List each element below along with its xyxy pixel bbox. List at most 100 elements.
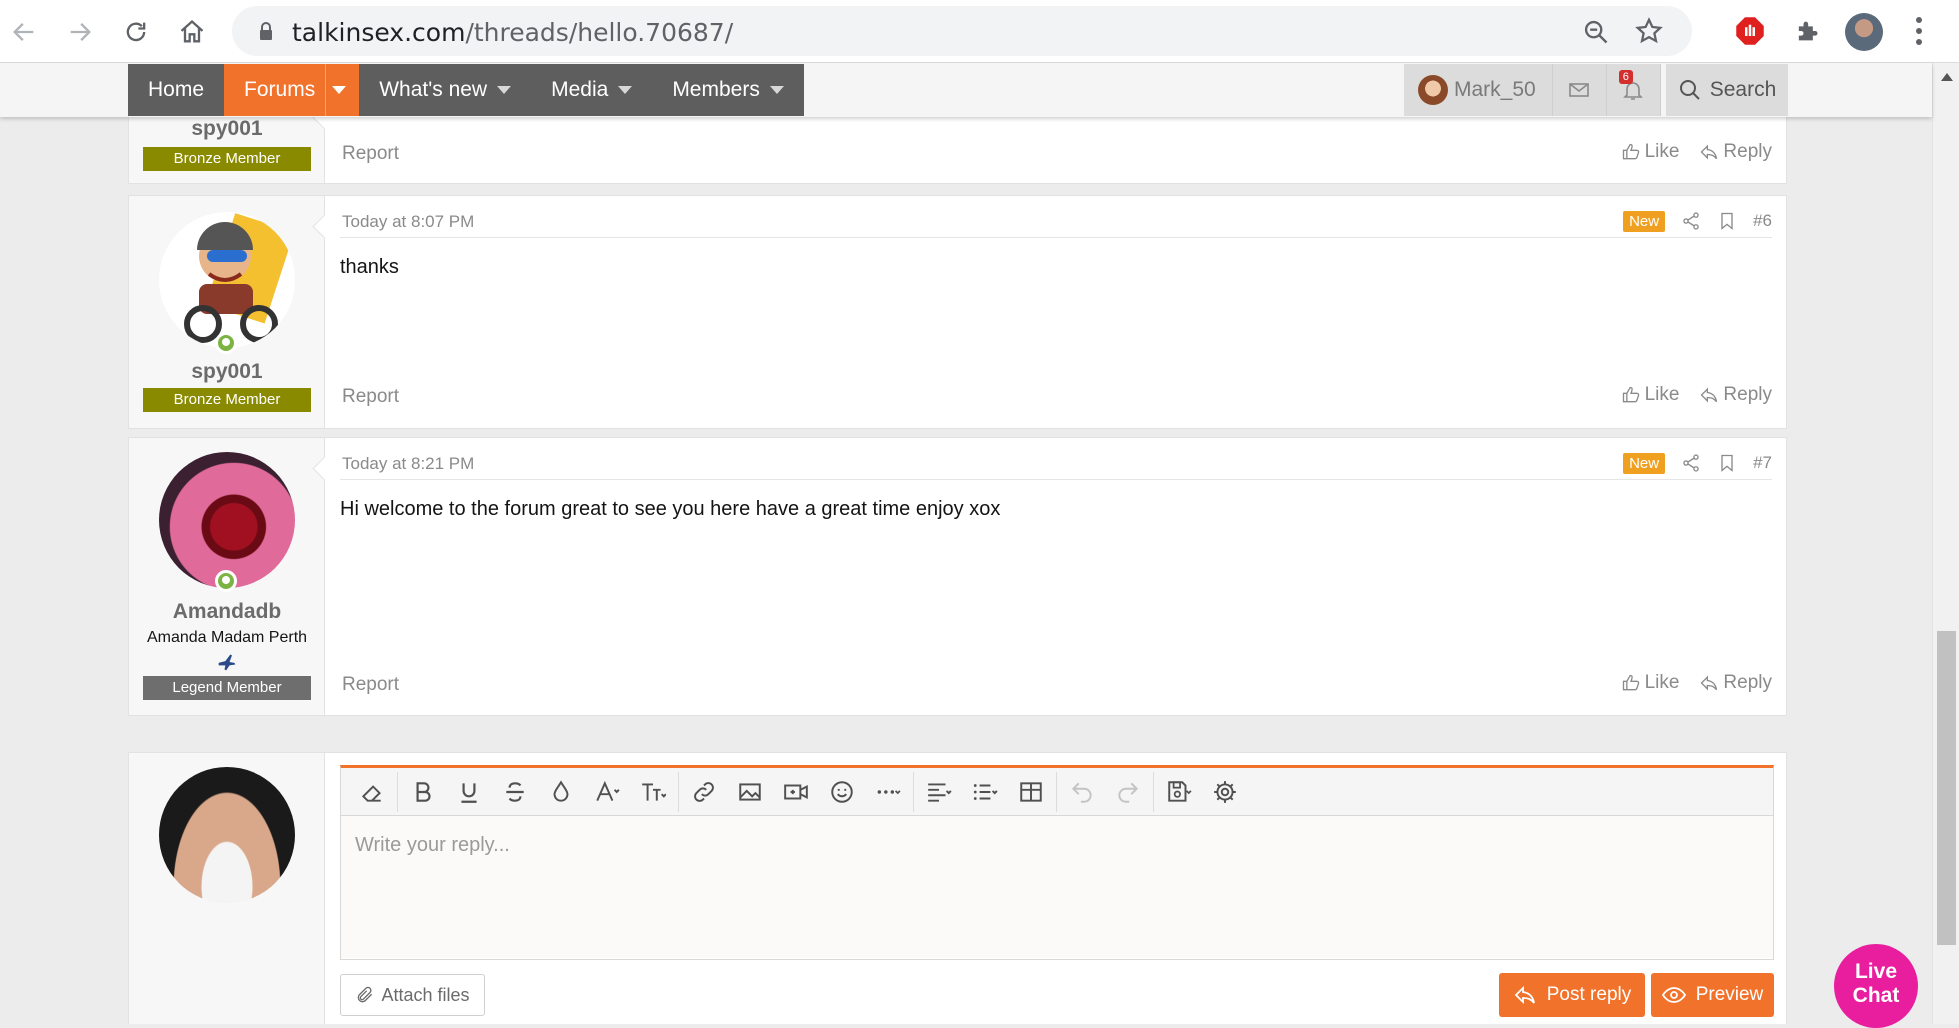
back-arrow-icon — [13, 23, 34, 41]
tab-media[interactable]: Media — [531, 64, 652, 116]
bookmark-star-icon[interactable] — [1634, 16, 1664, 46]
tab-forums[interactable]: Forums — [224, 64, 360, 116]
video-icon — [784, 784, 808, 799]
post-actions: Like Reply — [1621, 384, 1772, 406]
tab-forums-label: Forums — [244, 78, 316, 101]
account-menu[interactable]: Mark_50 — [1404, 64, 1553, 116]
post-number[interactable]: #6 — [1753, 211, 1772, 231]
gear-icon — [1214, 780, 1236, 803]
share-icon[interactable] — [1681, 211, 1701, 231]
strikethrough-icon — [506, 781, 524, 802]
list-button[interactable] — [962, 772, 1008, 812]
font-size-button[interactable] — [630, 772, 676, 812]
reply-button[interactable]: Reply — [1699, 141, 1772, 163]
reply-button[interactable]: Reply — [1699, 384, 1772, 406]
user-title: Amanda Madam Perth — [146, 629, 308, 646]
forward-button[interactable] — [60, 12, 100, 52]
bulleted-list-icon — [973, 783, 998, 800]
scrollbar-thumb[interactable] — [1937, 631, 1956, 945]
insert-link-button[interactable] — [681, 772, 727, 812]
post-date[interactable]: Today at 8:21 PM — [342, 454, 474, 474]
home-icon — [180, 19, 204, 43]
align-left-icon — [928, 782, 952, 802]
post-username[interactable]: Amandadb — [129, 600, 325, 624]
post-number[interactable]: #7 — [1753, 453, 1772, 473]
browser-menu-icon[interactable] — [1908, 14, 1930, 48]
bookmark-icon[interactable] — [1717, 453, 1737, 473]
post-username[interactable]: spy001 — [129, 117, 325, 141]
reply-label: Reply — [1723, 384, 1772, 405]
underline-button[interactable] — [446, 772, 492, 812]
preview-button[interactable]: Preview — [1651, 973, 1774, 1017]
home-button[interactable] — [172, 12, 212, 52]
align-button[interactable] — [916, 772, 962, 812]
profile-avatar[interactable] — [1845, 13, 1883, 51]
extensions-button[interactable] — [1790, 14, 1824, 48]
back-button[interactable] — [4, 12, 44, 52]
like-button[interactable]: Like — [1621, 384, 1679, 406]
tab-members[interactable]: Members — [652, 64, 804, 116]
post-user-panel: Amandadb Amanda Madam Perth Legend Membe… — [129, 438, 325, 715]
forums-dropdown-toggle[interactable] — [325, 64, 351, 116]
insert-image-button[interactable] — [727, 772, 773, 812]
alerts-button[interactable]: 6 — [1607, 64, 1661, 116]
reply-button[interactable]: Reply — [1699, 672, 1772, 694]
bookmark-icon[interactable] — [1717, 211, 1737, 231]
page-scrollbar[interactable] — [1932, 63, 1959, 1024]
report-link[interactable]: Report — [342, 143, 399, 165]
report-link[interactable]: Report — [342, 674, 399, 696]
post-date[interactable]: Today at 8:07 PM — [342, 212, 474, 232]
image-icon — [739, 782, 761, 801]
strikethrough-button[interactable] — [492, 772, 538, 812]
reply-user-panel — [129, 753, 325, 1024]
insert-media-button[interactable] — [773, 772, 819, 812]
attach-files-label: Attach files — [381, 984, 470, 1005]
address-bar[interactable]: talkinsex.com/threads/hello.70687/ — [232, 6, 1692, 56]
search-button[interactable]: Search — [1666, 64, 1788, 116]
zoom-icon[interactable] — [1582, 18, 1610, 46]
undo-icon — [1071, 782, 1092, 803]
reply-textarea[interactable]: Write your reply... — [341, 816, 1773, 958]
attach-files-button[interactable]: Attach files — [340, 974, 485, 1016]
share-icon[interactable] — [1681, 453, 1701, 473]
post-footer: Report Like Reply — [340, 141, 1772, 169]
url-domain: talkinsex.com — [292, 18, 466, 47]
user-account-area: Mark_50 6 — [1404, 64, 1661, 116]
inbox-button[interactable] — [1553, 64, 1607, 116]
clear-formatting-button[interactable] — [349, 772, 395, 812]
insert-table-button[interactable] — [1008, 772, 1054, 812]
reply-arrow-icon — [1700, 675, 1718, 691]
font-family-button[interactable] — [584, 772, 630, 812]
live-chat-button[interactable]: Live Chat — [1834, 944, 1918, 1028]
bold-button[interactable] — [400, 772, 446, 812]
like-button[interactable]: Like — [1621, 672, 1679, 694]
avatar[interactable] — [159, 452, 295, 588]
font-icon — [596, 780, 620, 801]
post: Amandadb Amanda Madam Perth Legend Membe… — [128, 437, 1787, 716]
avatar[interactable] — [159, 767, 295, 903]
reload-icon — [126, 22, 146, 42]
insert-emoji-button[interactable] — [819, 772, 865, 812]
preview-label: Preview — [1695, 984, 1764, 1005]
scroll-up-arrow-icon[interactable] — [1941, 73, 1953, 81]
search-icon — [1679, 80, 1700, 100]
like-button[interactable]: Like — [1621, 141, 1679, 163]
redo-button[interactable] — [1105, 772, 1151, 812]
adblock-extension[interactable] — [1733, 14, 1767, 48]
post-reply-button[interactable]: Post reply — [1499, 973, 1645, 1017]
editor-settings-button[interactable] — [1202, 772, 1248, 812]
rich-text-editor: Write your reply... — [340, 765, 1774, 960]
reload-button[interactable] — [116, 12, 156, 52]
drafts-button[interactable] — [1156, 772, 1202, 812]
text-color-button[interactable] — [538, 772, 584, 812]
avatar[interactable] — [159, 212, 295, 348]
post-username[interactable]: spy001 — [129, 360, 325, 384]
online-status-icon — [215, 570, 237, 592]
tab-home[interactable]: Home — [128, 64, 224, 116]
post-header: Today at 8:21 PM New #7 — [340, 450, 1772, 480]
more-options-button[interactable] — [865, 772, 911, 812]
tab-whats-new[interactable]: What's new — [359, 64, 531, 116]
undo-button[interactable] — [1059, 772, 1105, 812]
forum-navigation: Home Forums What's new Media Members Mar… — [0, 63, 1932, 117]
report-link[interactable]: Report — [342, 386, 399, 408]
